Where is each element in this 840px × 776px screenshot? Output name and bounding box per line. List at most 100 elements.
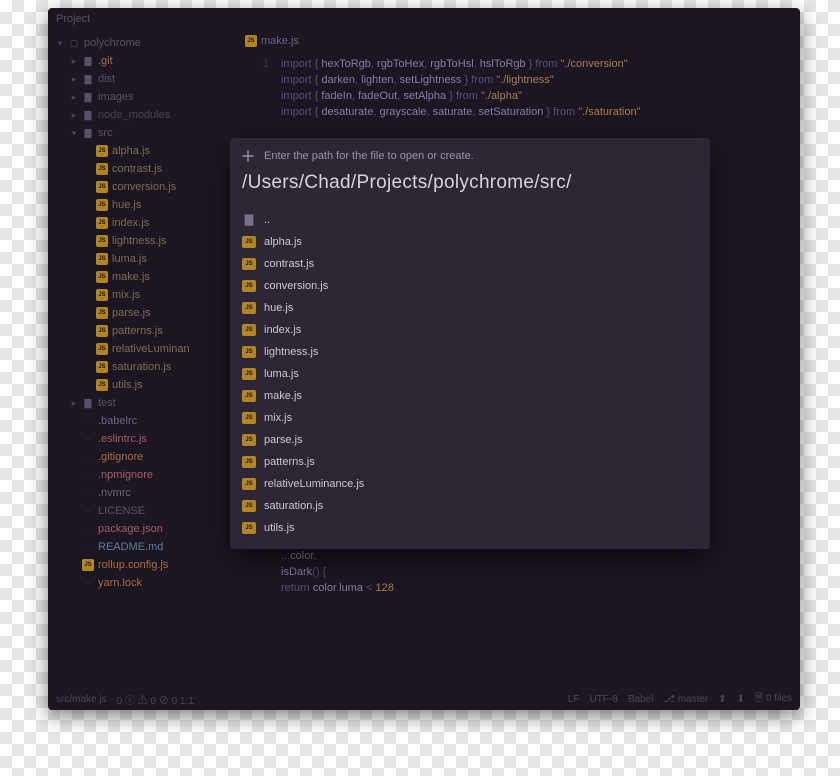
status-segment[interactable]: UTF-8	[589, 694, 617, 705]
file-finder-item-label: utils.js	[264, 522, 295, 534]
gutter	[245, 564, 269, 580]
gutter: 1	[245, 56, 269, 72]
tree-item-label: package.json	[98, 523, 163, 535]
file-finder-item-label: luma.js	[264, 368, 299, 380]
tree-item[interactable]: saturation.js	[48, 358, 233, 376]
file-finder-item[interactable]: hue.js	[242, 298, 698, 317]
chevron-right-icon: ▸	[70, 56, 78, 67]
tree-item[interactable]: ·.nvmrc	[48, 484, 233, 502]
tree-item[interactable]: conversion.js	[48, 178, 233, 196]
tree-item[interactable]: relativeLuminan	[48, 340, 233, 358]
tree-item-label: mix.js	[112, 289, 140, 301]
tree-item-label: test	[98, 397, 116, 409]
file-icon: ·	[82, 433, 94, 445]
tree-item[interactable]: utils.js	[48, 376, 233, 394]
js-icon	[96, 271, 108, 283]
sidebar[interactable]: ▾ ▢ polychrome ▸▇.git▸▇dist▸▇images▸▇nod…	[48, 30, 233, 688]
file-finder-item[interactable]: saturation.js	[242, 496, 698, 515]
tree-item[interactable]: index.js	[48, 214, 233, 232]
tree-item[interactable]: ▸▇images	[48, 88, 233, 106]
code-line: import { desaturate, grayscale, saturate…	[245, 104, 794, 120]
file-finder-item[interactable]: parse.js	[242, 430, 698, 449]
status-segment[interactable]: ⬆	[718, 694, 726, 705]
code-line: return color.luma < 128	[245, 580, 794, 596]
tree-item-label: conversion.js	[112, 181, 176, 193]
folder-icon: ▇	[82, 55, 94, 67]
tree-item[interactable]: ·README.md	[48, 538, 233, 556]
tree-item-label: src	[98, 127, 113, 139]
tree-item[interactable]: ▸▇node_modules	[48, 106, 233, 124]
file-finder-item[interactable]: utils.js	[242, 518, 698, 537]
tree-item[interactable]: ·LICENSE	[48, 502, 233, 520]
file-finder-item[interactable]: conversion.js	[242, 276, 698, 295]
chevron-right-icon: ▸	[70, 398, 78, 409]
path-input[interactable]: /Users/Chad/Projects/polychrome/src/	[242, 172, 698, 194]
file-finder-up[interactable]: ▇..	[242, 210, 698, 229]
tree-item[interactable]: ·yarn.lock	[48, 574, 233, 592]
file-finder-item[interactable]: make.js	[242, 386, 698, 405]
code-text: import { fadeIn, fadeOut, setAlpha } fro…	[281, 88, 522, 104]
file-finder-item[interactable]: luma.js	[242, 364, 698, 383]
tree-item[interactable]: ▾▇src	[48, 124, 233, 142]
tree-item[interactable]: patterns.js	[48, 322, 233, 340]
file-icon: ·	[82, 451, 94, 463]
js-icon	[242, 258, 256, 270]
status-segment[interactable]: ⬇	[737, 694, 745, 705]
status-segment[interactable]: ⎇ master	[663, 694, 708, 705]
tree-item[interactable]: alpha.js	[48, 142, 233, 160]
file-finder-item[interactable]: relativeLuminance.js	[242, 474, 698, 493]
js-icon	[242, 368, 256, 380]
status-segment[interactable]: LF	[568, 694, 580, 705]
file-finder-item[interactable]: lightness.js	[242, 342, 698, 361]
js-icon	[242, 478, 256, 490]
code-text: import { desaturate, grayscale, saturate…	[281, 104, 640, 120]
tree-item[interactable]: ·package.json	[48, 520, 233, 538]
folder-icon: ▇	[82, 73, 94, 85]
js-icon	[96, 217, 108, 229]
tree-item[interactable]: ▸▇test	[48, 394, 233, 412]
gutter	[245, 548, 269, 564]
file-finder-item-label: alpha.js	[264, 236, 302, 248]
tree-item-label: .nvmrc	[98, 487, 131, 499]
tree-item[interactable]: parse.js	[48, 304, 233, 322]
code-text: ...color,	[281, 548, 316, 564]
file-finder-item[interactable]: index.js	[242, 320, 698, 339]
tree-item-label: make.js	[112, 271, 150, 283]
file-finder-item[interactable]: alpha.js	[242, 232, 698, 251]
js-icon	[96, 379, 108, 391]
file-finder-item[interactable]: patterns.js	[242, 452, 698, 471]
tree-item[interactable]: mix.js	[48, 286, 233, 304]
tree-item[interactable]: lightness.js	[48, 232, 233, 250]
code-text: import { darken, lighten, setLightness }…	[281, 72, 554, 88]
tree-item[interactable]: ▸▇.git	[48, 52, 233, 70]
tree-item[interactable]: ·.babelrc	[48, 412, 233, 430]
file-finder-item-label: ..	[264, 214, 270, 226]
file-finder-item-label: hue.js	[264, 302, 293, 314]
js-icon	[96, 163, 108, 175]
tab-make[interactable]: make.js	[239, 30, 794, 52]
tree-item[interactable]: luma.js	[48, 250, 233, 268]
tree-item[interactable]: make.js	[48, 268, 233, 286]
tree-item-label: .gitignore	[98, 451, 143, 463]
js-icon	[96, 289, 108, 301]
js-icon	[96, 145, 108, 157]
tree-item[interactable]: ·.eslintrc.js	[48, 430, 233, 448]
js-icon	[242, 456, 256, 468]
tree-item[interactable]: rollup.config.js	[48, 556, 233, 574]
sidebar-root[interactable]: ▾ ▢ polychrome	[48, 34, 233, 52]
file-icon: ·	[82, 541, 94, 553]
file-finder-overlay[interactable]: Enter the path for the file to open or c…	[230, 138, 710, 549]
tree-item[interactable]: contrast.js	[48, 160, 233, 178]
sidebar-root-label: polychrome	[84, 37, 141, 49]
tree-item[interactable]: · .gitignore	[48, 448, 233, 466]
tree-item[interactable]: hue.js	[48, 196, 233, 214]
status-segment[interactable]: 🗎 0 files	[755, 691, 792, 708]
file-finder-item-label: patterns.js	[264, 456, 315, 468]
status-segment[interactable]: Babel	[628, 694, 654, 705]
code-line: ...color,	[245, 548, 794, 564]
file-finder-item-label: make.js	[264, 390, 302, 402]
file-finder-item[interactable]: contrast.js	[242, 254, 698, 273]
tree-item[interactable]: ·.npmignore	[48, 466, 233, 484]
tree-item[interactable]: ▸▇dist	[48, 70, 233, 88]
file-finder-item[interactable]: mix.js	[242, 408, 698, 427]
